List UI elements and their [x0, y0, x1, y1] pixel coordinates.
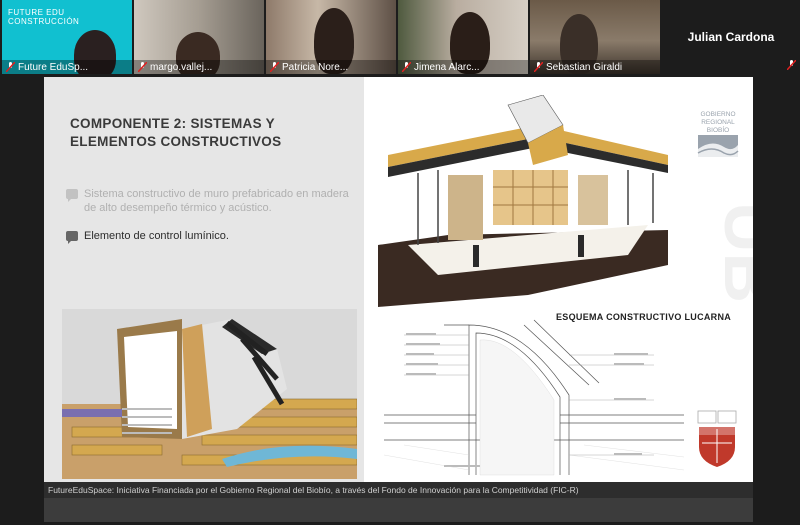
participant-name: Julian Cardona [687, 30, 775, 44]
participant-tile-1[interactable]: FUTURE EDU CONSTRUCCIÓN Future EduSp... [2, 0, 132, 74]
skylight-3d-render [62, 309, 357, 479]
participant-tile-3[interactable]: Patricia Nore... [266, 0, 396, 74]
mic-muted-icon [787, 60, 796, 70]
bullet-item: Elemento de control lumínico. [66, 229, 356, 244]
building-section-render [378, 95, 668, 307]
participant-name: Sebastian Giraldi [546, 61, 623, 73]
mic-muted-icon [138, 62, 147, 72]
mic-muted-icon [270, 62, 279, 72]
mic-muted-icon [534, 62, 543, 72]
future-edu-logo: FUTURE EDU CONSTRUCCIÓN [8, 8, 80, 26]
participant-tile-5[interactable]: Sebastian Giraldi [530, 0, 660, 74]
participant-tile-6[interactable]: Julian Cardona [662, 0, 800, 74]
participant-tile-4[interactable]: Jimena Alarc... [398, 0, 528, 74]
university-crest-logo [697, 410, 737, 467]
bullet-item: Sistema constructivo de muro prefabricad… [66, 187, 356, 215]
skylight-construction-diagram [384, 319, 684, 476]
participant-strip: FUTURE EDU CONSTRUCCIÓN Future EduSp... … [0, 0, 800, 77]
speech-bubble-icon [66, 231, 78, 244]
participant-name: Future EduSp... [18, 61, 89, 73]
slide-footer: FutureEduSpace: Iniciativa Financiada po… [44, 482, 753, 498]
gobierno-regional-text: GOBIERNO REGIONAL BIOBÍO [700, 111, 736, 134]
bullet-text: Sistema constructivo de muro prefabricad… [84, 188, 349, 214]
participant-tile-2[interactable]: margo.vallej... [134, 0, 264, 74]
slide-title: COMPONENTE 2: SISTEMAS Y ELEMENTOS CONST… [70, 116, 282, 149]
slide-bottom-bar [44, 498, 753, 522]
participant-name: Jimena Alarc... [414, 61, 480, 73]
mic-muted-icon [6, 62, 15, 72]
slide-watermark: UB [710, 202, 753, 304]
shared-screen-slide: COMPONENTE 2: SISTEMAS Y ELEMENTOS CONST… [44, 77, 753, 522]
participant-name: Patricia Nore... [282, 61, 349, 73]
bullet-text: Elemento de control lumínico. [84, 230, 229, 242]
participant-name: margo.vallej... [150, 61, 213, 73]
speech-bubble-icon [66, 189, 78, 202]
mic-muted-icon [402, 62, 411, 72]
